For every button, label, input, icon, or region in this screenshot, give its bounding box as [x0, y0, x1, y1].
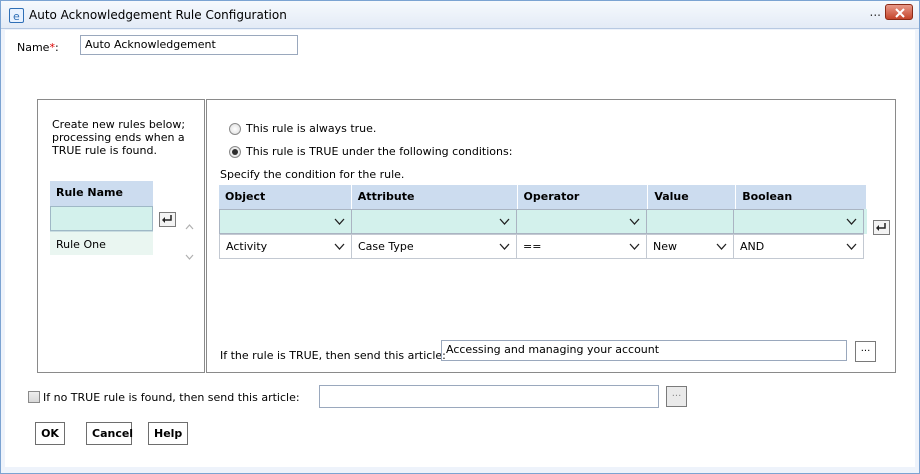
send-article-label: If the rule is TRUE, then send this arti…	[220, 349, 446, 362]
specify-condition-label: Specify the condition for the rule.	[220, 168, 405, 181]
grid-header-row: Object Attribute Operator Value Boolean	[219, 185, 867, 209]
browse-article-button[interactable]: ...	[855, 341, 876, 362]
object-select[interactable]: Activity	[219, 234, 352, 259]
chevron-down-icon	[846, 240, 857, 253]
close-icon	[895, 8, 905, 18]
value-input[interactable]	[646, 209, 734, 234]
move-up-icon[interactable]	[185, 220, 194, 233]
enter-icon	[162, 215, 172, 223]
no-true-rule-label: If no TRUE rule is found, then send this…	[43, 391, 300, 404]
rule-list-description: Create new rules below; processing ends …	[52, 118, 186, 157]
column-header-attribute: Attribute	[352, 185, 518, 209]
browse-fallback-article-button[interactable]: ...	[666, 386, 687, 407]
title-bar[interactable]: e Auto Acknowledgement Rule Configuratio…	[1, 1, 919, 29]
rule-list-item[interactable]: Rule One	[50, 231, 153, 255]
column-header-boolean: Boolean	[736, 185, 867, 209]
window-title: Auto Acknowledgement Rule Configuration	[29, 8, 287, 22]
conditions-grid: Object Attribute Operator Value Boolean …	[219, 185, 867, 259]
close-button[interactable]	[885, 4, 913, 20]
chevron-down-icon	[629, 215, 640, 228]
boolean-select[interactable]: AND	[733, 234, 864, 259]
attribute-select[interactable]: Case Type	[351, 234, 517, 259]
name-label: Name*:	[17, 41, 59, 54]
new-rule-name-input[interactable]	[50, 206, 153, 231]
boolean-select[interactable]	[733, 209, 864, 234]
ok-button[interactable]: OK	[35, 422, 65, 445]
send-article-field[interactable]: Accessing and managing your account	[441, 340, 847, 361]
add-rule-button[interactable]	[159, 212, 176, 227]
chevron-down-icon	[716, 240, 727, 253]
cancel-button[interactable]: Cancel	[86, 422, 133, 445]
app-icon: e	[9, 8, 24, 23]
column-header-value: Value	[648, 185, 737, 209]
chevron-down-icon	[629, 240, 640, 253]
rule-name-column-header: Rule Name	[50, 181, 153, 206]
move-down-icon[interactable]	[185, 250, 194, 263]
column-header-object: Object	[219, 185, 352, 209]
help-button[interactable]: Help	[148, 422, 188, 445]
svg-text:e: e	[13, 10, 20, 22]
chevron-down-icon	[846, 215, 857, 228]
no-true-rule-checkbox[interactable]	[28, 391, 40, 403]
operator-select[interactable]	[516, 209, 647, 234]
always-true-label: This rule is always true.	[246, 122, 377, 135]
chevron-down-icon	[334, 240, 345, 253]
new-condition-row	[219, 209, 867, 234]
chevron-down-icon	[499, 240, 510, 253]
object-select[interactable]	[219, 209, 352, 234]
enter-icon	[876, 223, 886, 231]
title-more-dots[interactable]: ...	[870, 5, 881, 19]
dialog-window: e Auto Acknowledgement Rule Configuratio…	[0, 0, 920, 474]
no-true-article-field[interactable]	[319, 385, 659, 408]
add-condition-button[interactable]	[873, 220, 890, 235]
value-select[interactable]: New	[646, 234, 734, 259]
following-conditions-label: This rule is TRUE under the following co…	[246, 145, 513, 158]
chevron-down-icon	[499, 215, 510, 228]
column-header-operator: Operator	[518, 185, 649, 209]
rule-list-panel: Create new rules below; processing ends …	[37, 99, 205, 373]
following-conditions-radio[interactable]	[229, 146, 241, 158]
name-field[interactable]: Auto Acknowledgement	[80, 35, 298, 55]
operator-select[interactable]: ==	[516, 234, 647, 259]
condition-row[interactable]: Activity Case Type == New AND	[219, 234, 867, 259]
chevron-down-icon	[334, 215, 345, 228]
rule-conditions-panel: This rule is always true. This rule is T…	[206, 99, 896, 373]
always-true-radio[interactable]	[229, 123, 241, 135]
attribute-select[interactable]	[351, 209, 517, 234]
